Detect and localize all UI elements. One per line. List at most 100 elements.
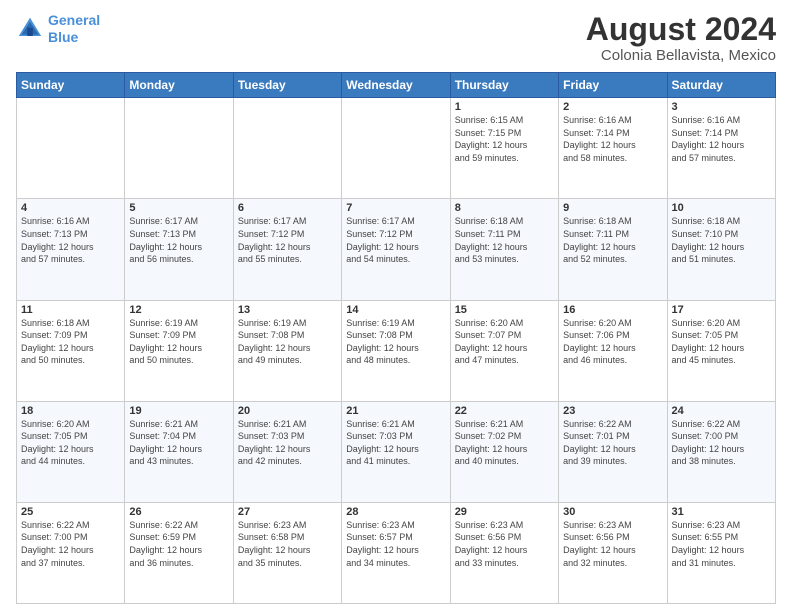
logo-text: General Blue xyxy=(48,12,100,46)
calendar-day-header: Friday xyxy=(559,73,667,98)
calendar-day-header: Monday xyxy=(125,73,233,98)
day-info: Sunrise: 6:20 AM Sunset: 7:05 PM Dayligh… xyxy=(21,418,120,468)
calendar-cell: 8Sunrise: 6:18 AM Sunset: 7:11 PM Daylig… xyxy=(450,199,558,300)
day-number: 20 xyxy=(238,405,337,417)
calendar-cell: 27Sunrise: 6:23 AM Sunset: 6:58 PM Dayli… xyxy=(233,502,341,603)
day-info: Sunrise: 6:21 AM Sunset: 7:03 PM Dayligh… xyxy=(346,418,445,468)
day-info: Sunrise: 6:22 AM Sunset: 7:01 PM Dayligh… xyxy=(563,418,662,468)
calendar-cell xyxy=(17,98,125,199)
day-info: Sunrise: 6:20 AM Sunset: 7:06 PM Dayligh… xyxy=(563,317,662,367)
logo-line2: Blue xyxy=(48,29,78,45)
calendar-day-header: Saturday xyxy=(667,73,775,98)
day-info: Sunrise: 6:16 AM Sunset: 7:14 PM Dayligh… xyxy=(672,114,771,164)
day-info: Sunrise: 6:23 AM Sunset: 6:57 PM Dayligh… xyxy=(346,519,445,569)
day-info: Sunrise: 6:18 AM Sunset: 7:11 PM Dayligh… xyxy=(563,215,662,265)
day-number: 18 xyxy=(21,405,120,417)
day-number: 9 xyxy=(563,202,662,214)
day-number: 30 xyxy=(563,506,662,518)
calendar-cell: 20Sunrise: 6:21 AM Sunset: 7:03 PM Dayli… xyxy=(233,401,341,502)
calendar-cell: 7Sunrise: 6:17 AM Sunset: 7:12 PM Daylig… xyxy=(342,199,450,300)
day-info: Sunrise: 6:20 AM Sunset: 7:07 PM Dayligh… xyxy=(455,317,554,367)
calendar-cell: 17Sunrise: 6:20 AM Sunset: 7:05 PM Dayli… xyxy=(667,300,775,401)
day-info: Sunrise: 6:19 AM Sunset: 7:08 PM Dayligh… xyxy=(238,317,337,367)
day-number: 11 xyxy=(21,304,120,316)
calendar-cell: 15Sunrise: 6:20 AM Sunset: 7:07 PM Dayli… xyxy=(450,300,558,401)
calendar-cell: 30Sunrise: 6:23 AM Sunset: 6:56 PM Dayli… xyxy=(559,502,667,603)
calendar-cell: 3Sunrise: 6:16 AM Sunset: 7:14 PM Daylig… xyxy=(667,98,775,199)
calendar-day-header: Sunday xyxy=(17,73,125,98)
calendar-cell: 2Sunrise: 6:16 AM Sunset: 7:14 PM Daylig… xyxy=(559,98,667,199)
day-info: Sunrise: 6:17 AM Sunset: 7:13 PM Dayligh… xyxy=(129,215,228,265)
day-number: 14 xyxy=(346,304,445,316)
day-number: 8 xyxy=(455,202,554,214)
day-info: Sunrise: 6:17 AM Sunset: 7:12 PM Dayligh… xyxy=(346,215,445,265)
day-info: Sunrise: 6:23 AM Sunset: 6:58 PM Dayligh… xyxy=(238,519,337,569)
calendar-week-row: 1Sunrise: 6:15 AM Sunset: 7:15 PM Daylig… xyxy=(17,98,776,199)
day-number: 3 xyxy=(672,101,771,113)
day-number: 29 xyxy=(455,506,554,518)
day-number: 10 xyxy=(672,202,771,214)
day-info: Sunrise: 6:23 AM Sunset: 6:56 PM Dayligh… xyxy=(455,519,554,569)
day-number: 26 xyxy=(129,506,228,518)
main-title: August 2024 xyxy=(586,12,776,47)
page: General Blue August 2024 Colonia Bellavi… xyxy=(0,0,792,612)
day-info: Sunrise: 6:18 AM Sunset: 7:11 PM Dayligh… xyxy=(455,215,554,265)
day-number: 15 xyxy=(455,304,554,316)
calendar-cell: 31Sunrise: 6:23 AM Sunset: 6:55 PM Dayli… xyxy=(667,502,775,603)
calendar-table: SundayMondayTuesdayWednesdayThursdayFrid… xyxy=(16,72,776,604)
day-info: Sunrise: 6:16 AM Sunset: 7:13 PM Dayligh… xyxy=(21,215,120,265)
day-number: 12 xyxy=(129,304,228,316)
logo-line1: General xyxy=(48,12,100,28)
day-info: Sunrise: 6:22 AM Sunset: 7:00 PM Dayligh… xyxy=(672,418,771,468)
calendar-cell: 26Sunrise: 6:22 AM Sunset: 6:59 PM Dayli… xyxy=(125,502,233,603)
day-info: Sunrise: 6:18 AM Sunset: 7:10 PM Dayligh… xyxy=(672,215,771,265)
day-info: Sunrise: 6:19 AM Sunset: 7:09 PM Dayligh… xyxy=(129,317,228,367)
calendar-cell: 22Sunrise: 6:21 AM Sunset: 7:02 PM Dayli… xyxy=(450,401,558,502)
calendar-week-row: 25Sunrise: 6:22 AM Sunset: 7:00 PM Dayli… xyxy=(17,502,776,603)
calendar-week-row: 11Sunrise: 6:18 AM Sunset: 7:09 PM Dayli… xyxy=(17,300,776,401)
calendar-cell: 11Sunrise: 6:18 AM Sunset: 7:09 PM Dayli… xyxy=(17,300,125,401)
calendar-cell: 10Sunrise: 6:18 AM Sunset: 7:10 PM Dayli… xyxy=(667,199,775,300)
calendar-week-row: 18Sunrise: 6:20 AM Sunset: 7:05 PM Dayli… xyxy=(17,401,776,502)
calendar-cell: 4Sunrise: 6:16 AM Sunset: 7:13 PM Daylig… xyxy=(17,199,125,300)
day-number: 13 xyxy=(238,304,337,316)
day-number: 6 xyxy=(238,202,337,214)
day-number: 5 xyxy=(129,202,228,214)
logo: General Blue xyxy=(16,12,100,46)
calendar-week-row: 4Sunrise: 6:16 AM Sunset: 7:13 PM Daylig… xyxy=(17,199,776,300)
header: General Blue August 2024 Colonia Bellavi… xyxy=(16,12,776,64)
calendar-cell xyxy=(342,98,450,199)
calendar-day-header: Tuesday xyxy=(233,73,341,98)
calendar-cell xyxy=(125,98,233,199)
calendar-cell xyxy=(233,98,341,199)
day-number: 7 xyxy=(346,202,445,214)
calendar-day-header: Thursday xyxy=(450,73,558,98)
calendar-cell: 19Sunrise: 6:21 AM Sunset: 7:04 PM Dayli… xyxy=(125,401,233,502)
day-info: Sunrise: 6:16 AM Sunset: 7:14 PM Dayligh… xyxy=(563,114,662,164)
calendar-cell: 9Sunrise: 6:18 AM Sunset: 7:11 PM Daylig… xyxy=(559,199,667,300)
day-number: 2 xyxy=(563,101,662,113)
calendar-header-row: SundayMondayTuesdayWednesdayThursdayFrid… xyxy=(17,73,776,98)
day-number: 19 xyxy=(129,405,228,417)
day-info: Sunrise: 6:21 AM Sunset: 7:02 PM Dayligh… xyxy=(455,418,554,468)
day-info: Sunrise: 6:21 AM Sunset: 7:03 PM Dayligh… xyxy=(238,418,337,468)
day-number: 4 xyxy=(21,202,120,214)
subtitle: Colonia Bellavista, Mexico xyxy=(586,47,776,64)
day-number: 1 xyxy=(455,101,554,113)
calendar-cell: 21Sunrise: 6:21 AM Sunset: 7:03 PM Dayli… xyxy=(342,401,450,502)
day-info: Sunrise: 6:21 AM Sunset: 7:04 PM Dayligh… xyxy=(129,418,228,468)
calendar-day-header: Wednesday xyxy=(342,73,450,98)
day-number: 23 xyxy=(563,405,662,417)
day-info: Sunrise: 6:23 AM Sunset: 6:56 PM Dayligh… xyxy=(563,519,662,569)
day-info: Sunrise: 6:22 AM Sunset: 7:00 PM Dayligh… xyxy=(21,519,120,569)
calendar-cell: 29Sunrise: 6:23 AM Sunset: 6:56 PM Dayli… xyxy=(450,502,558,603)
calendar-cell: 12Sunrise: 6:19 AM Sunset: 7:09 PM Dayli… xyxy=(125,300,233,401)
day-number: 17 xyxy=(672,304,771,316)
day-number: 31 xyxy=(672,506,771,518)
day-number: 28 xyxy=(346,506,445,518)
day-number: 24 xyxy=(672,405,771,417)
day-info: Sunrise: 6:15 AM Sunset: 7:15 PM Dayligh… xyxy=(455,114,554,164)
calendar-cell: 18Sunrise: 6:20 AM Sunset: 7:05 PM Dayli… xyxy=(17,401,125,502)
day-info: Sunrise: 6:19 AM Sunset: 7:08 PM Dayligh… xyxy=(346,317,445,367)
day-number: 25 xyxy=(21,506,120,518)
